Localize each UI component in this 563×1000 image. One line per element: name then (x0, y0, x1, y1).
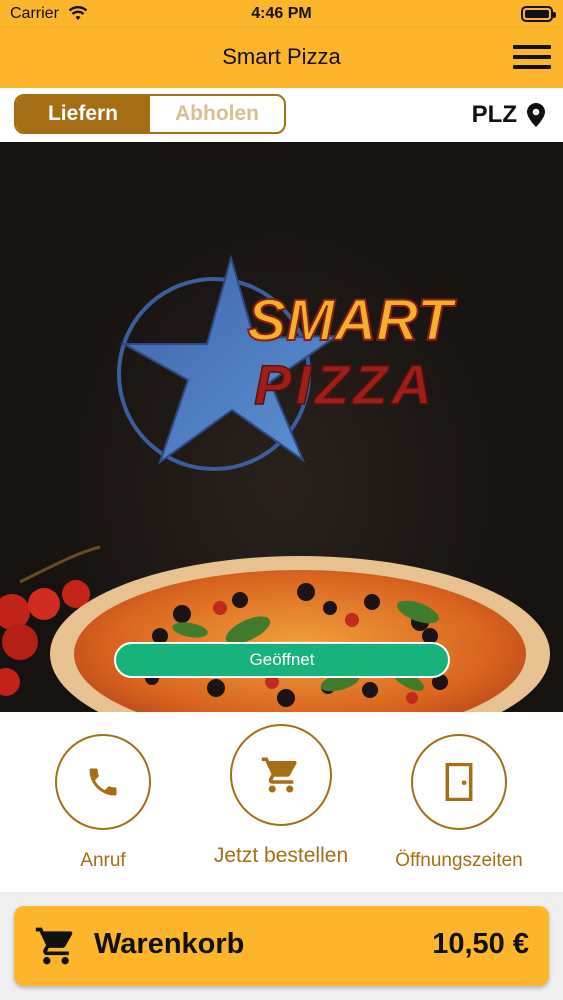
postal-code-label: PLZ (471, 101, 517, 128)
clock: 4:46 PM (251, 5, 312, 22)
order-now-button-circle (230, 724, 332, 826)
hero-banner: SMART PIZZA (0, 142, 563, 712)
cart-button[interactable]: Warenkorb 10,50 € (14, 906, 549, 986)
order-now-button-label: Jetzt bestellen (213, 844, 349, 867)
logo-text-pizza: PIZZA (254, 353, 436, 416)
opening-hours-button-label: Öffnungszeiten (395, 850, 523, 871)
opening-hours-button[interactable]: Öffnungszeiten (374, 734, 544, 872)
phone-icon (89, 768, 117, 796)
status-bar: Carrier 4:46 PM (0, 0, 563, 28)
cart-total: 10,50 € (432, 928, 529, 960)
quick-actions: Anruf Jetzt bestellen Öffnungszeiten (0, 712, 563, 892)
opening-hours-button-circle (411, 734, 507, 830)
pizza-image (50, 556, 550, 712)
cart-icon (35, 927, 73, 965)
open-status-badge[interactable]: Geöffnet (114, 642, 450, 678)
location-pin-icon (527, 103, 545, 127)
tab-pickup[interactable]: Abholen (150, 96, 284, 132)
call-button[interactable]: Anruf (18, 734, 188, 872)
call-button-circle (55, 734, 151, 830)
cart-label: Warenkorb (94, 928, 245, 960)
tab-deliver[interactable]: Liefern (16, 96, 150, 132)
delivery-mode-toggle: Liefern Abholen (14, 94, 286, 134)
postal-code-button[interactable]: PLZ (472, 101, 545, 129)
battery-icon (521, 6, 556, 22)
smart-pizza-logo: SMART PIZZA (117, 254, 458, 471)
nav-bar: Smart Pizza (0, 28, 563, 88)
hero-illustration: SMART PIZZA (0, 254, 550, 712)
order-now-button[interactable]: Jetzt bestellen (196, 724, 366, 868)
logo-text-smart: SMART (247, 288, 457, 353)
call-button-label: Anruf (80, 850, 126, 871)
hamburger-menu-icon[interactable] (513, 43, 551, 71)
cart-icon (261, 757, 297, 793)
door-icon (445, 763, 473, 801)
page-title: Smart Pizza (222, 44, 341, 69)
mode-row: Liefern Abholen PLZ (0, 88, 563, 142)
